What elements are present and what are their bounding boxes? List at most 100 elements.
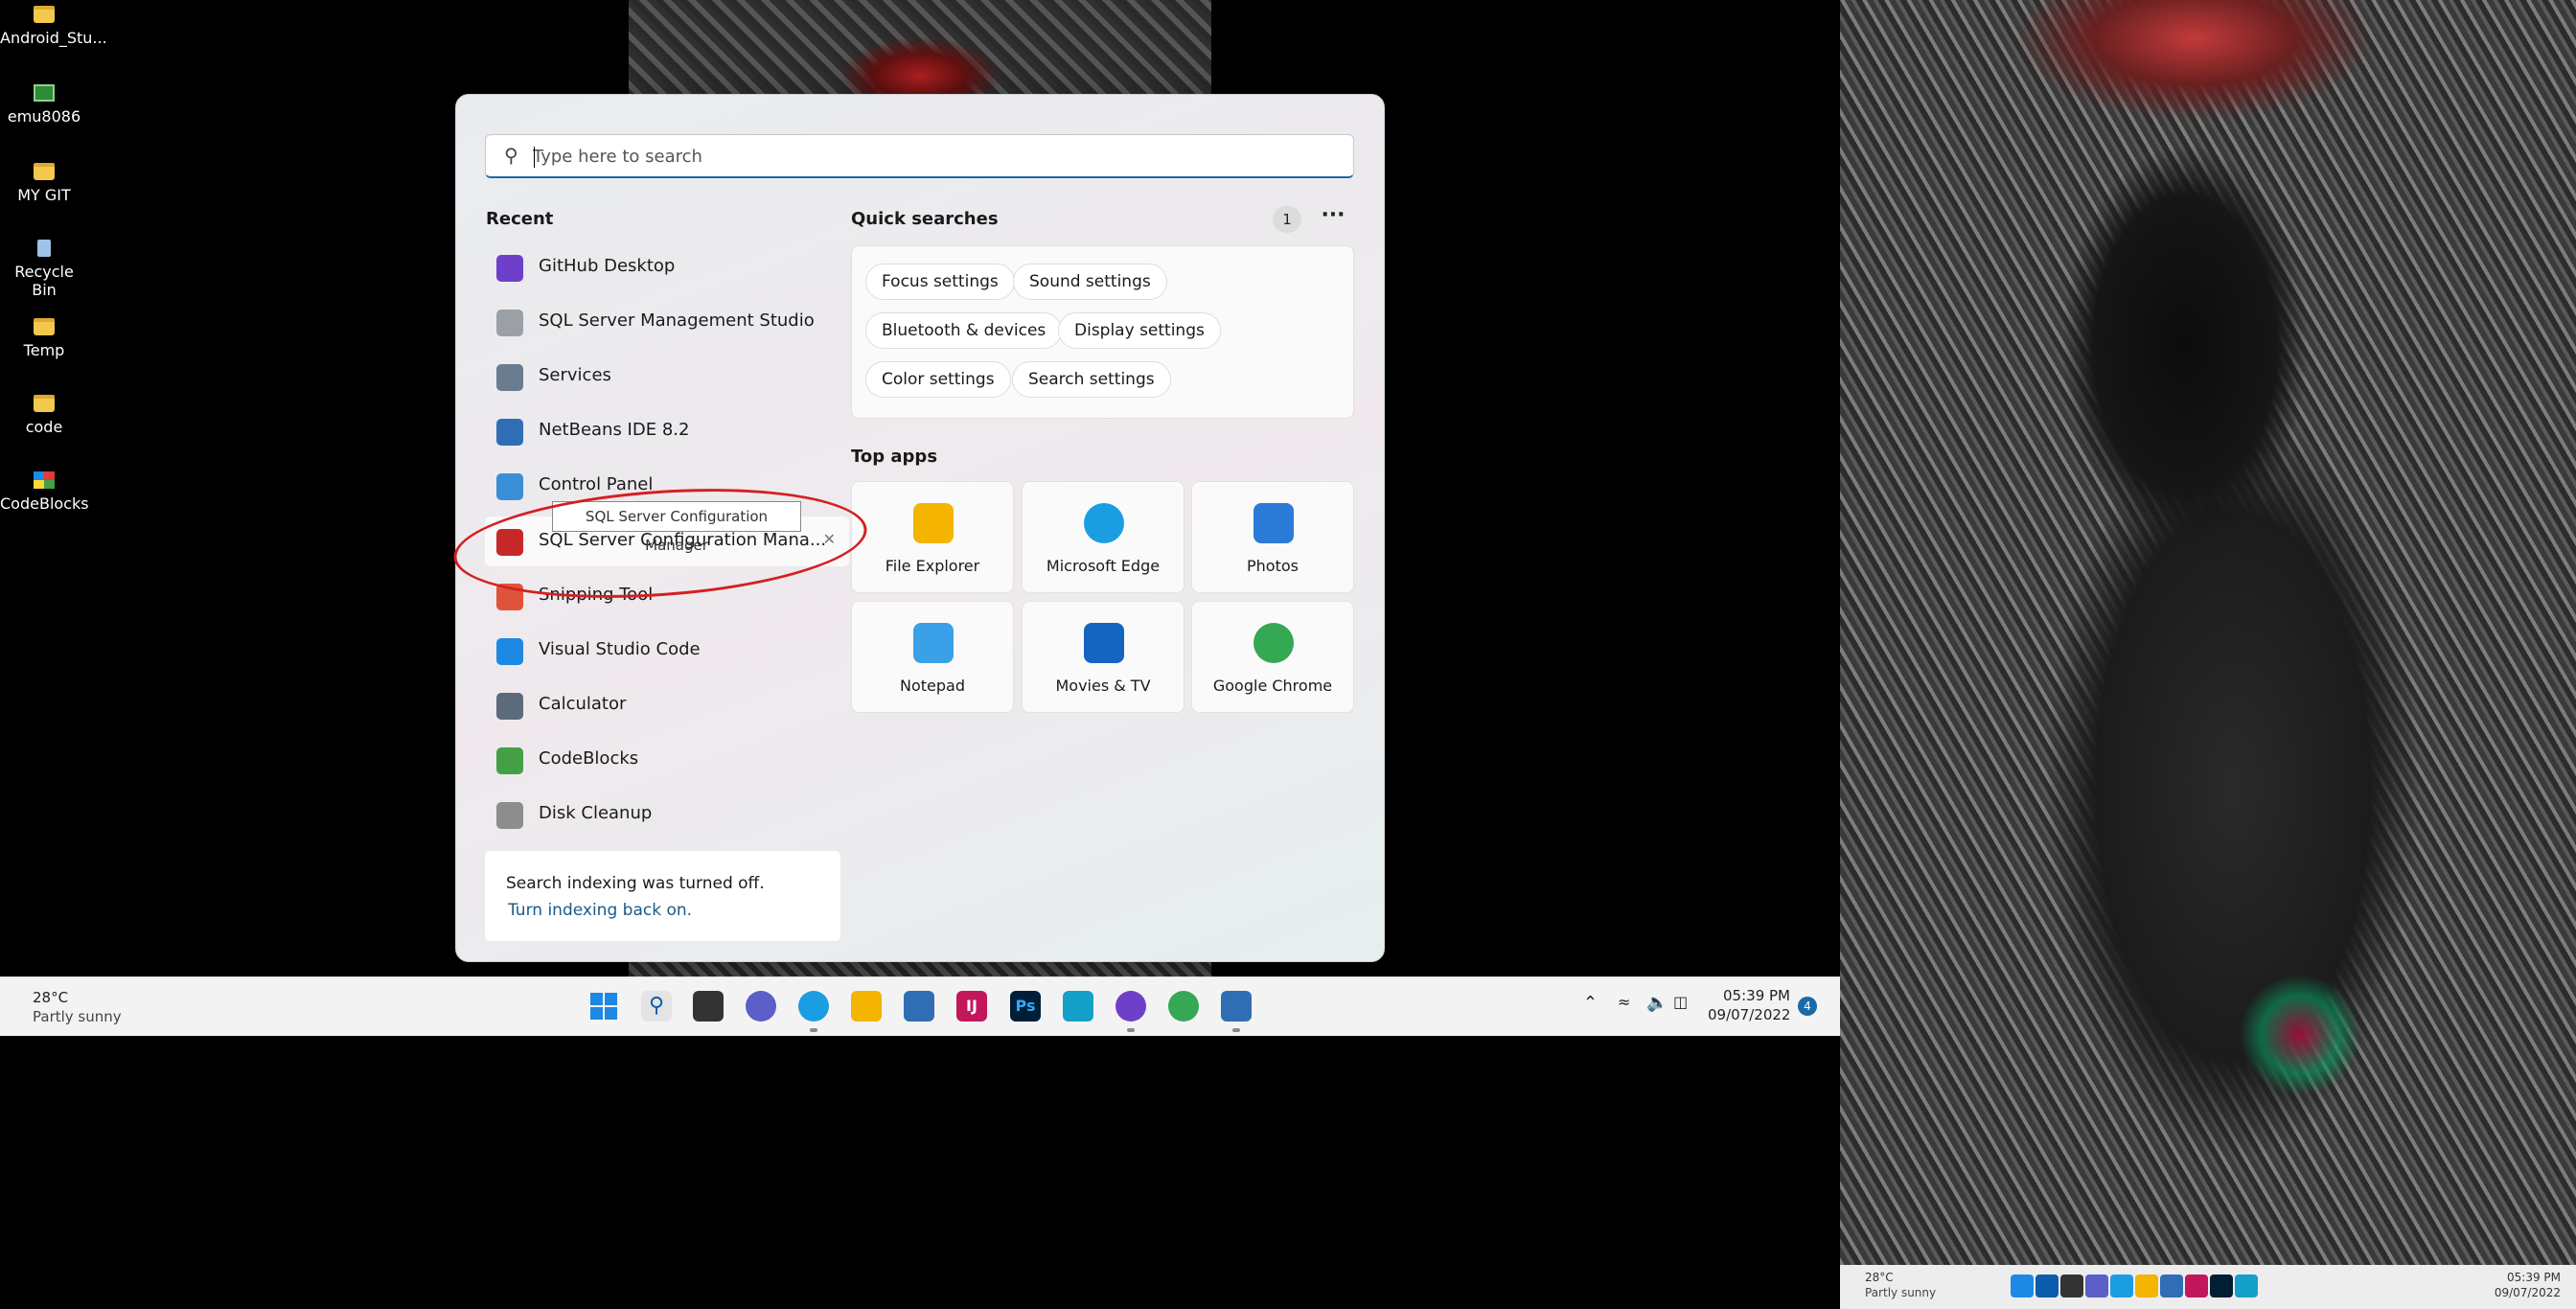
recent-item[interactable]: Disk Cleanup	[485, 790, 849, 839]
recent-item[interactable]: Services	[485, 352, 849, 402]
top-app-label: Photos	[1247, 557, 1299, 575]
chip-search-settings[interactable]: Search settings	[1012, 361, 1171, 398]
taskbar-intellij-button[interactable]: IJ	[956, 991, 987, 1022]
weather-condition[interactable]: Partly sunny	[33, 1008, 122, 1025]
chip-display-settings[interactable]: Display settings	[1058, 312, 1221, 349]
battery-icon[interactable]: ◫	[1673, 993, 1688, 1011]
file-explorer-icon	[2135, 1275, 2158, 1298]
desktop-icon-emu8086[interactable]: emu8086	[0, 84, 88, 126]
search-icon: ⚲	[504, 144, 518, 167]
chevron-up-icon[interactable]: ⌃	[1583, 993, 1598, 1013]
notepad-icon	[913, 623, 954, 663]
chip-focus-settings[interactable]: Focus settings	[865, 264, 1015, 300]
top-apps-heading: Top apps	[851, 447, 938, 467]
weather-temp[interactable]: 28°C	[33, 989, 68, 1006]
more-options-button[interactable]: ···	[1319, 201, 1347, 236]
running-indicator	[1127, 1028, 1135, 1032]
recent-item[interactable]: SQL Server Management Studio	[485, 297, 849, 347]
disk-icon	[496, 802, 523, 829]
recent-item-label: Services	[539, 365, 611, 385]
taskbar-chrome-button[interactable]	[1168, 991, 1199, 1022]
desktop-icon-code[interactable]: code	[0, 395, 88, 436]
taskbar-file-explorer-button[interactable]	[851, 991, 882, 1022]
notification-badge[interactable]: 4	[1798, 997, 1817, 1016]
chip-color-settings[interactable]: Color settings	[865, 361, 1011, 398]
taskbar-teams-chat-button[interactable]	[746, 991, 776, 1022]
top-app-label: File Explorer	[885, 557, 980, 575]
folder-icon	[34, 395, 55, 412]
clock-time[interactable]: 05:39 PM	[1715, 987, 1790, 1004]
recent-item-label: SQL Server Management Studio	[539, 310, 815, 331]
desktop-icon-my-git[interactable]: MY GIT	[0, 163, 88, 204]
top-app-tile[interactable]: File Explorer	[851, 481, 1014, 593]
top-app-label: Movies & TV	[1055, 677, 1151, 695]
intellij-icon	[2185, 1275, 2208, 1298]
taskbar-edge-button[interactable]	[798, 991, 829, 1022]
recent-item-label: CodeBlocks	[539, 748, 639, 769]
top-app-tile[interactable]: Google Chrome	[1191, 601, 1354, 713]
taskbar-search-button[interactable]: ⚲	[641, 991, 672, 1022]
recent-item[interactable]: Visual Studio Code	[485, 626, 849, 676]
control-panel-icon	[496, 473, 523, 500]
top-app-label: Microsoft Edge	[1046, 557, 1161, 575]
turn-indexing-on-link[interactable]: Turn indexing back on.	[508, 901, 692, 920]
folder-icon	[34, 318, 55, 335]
taskbar-store-button[interactable]	[904, 991, 934, 1022]
recent-item[interactable]: NetBeans IDE 8.2	[485, 406, 849, 456]
folder-icon	[34, 163, 55, 180]
indexing-notice: Search indexing was turned off. Turn ind…	[485, 851, 840, 941]
github-icon	[496, 255, 523, 282]
photoshop-icon	[2210, 1275, 2233, 1298]
desktop-icon-android-studio[interactable]: Android_Stu...	[0, 6, 107, 47]
top-app-tile[interactable]: Microsoft Edge	[1022, 481, 1184, 593]
snip-icon	[2235, 1275, 2258, 1298]
gear-icon	[496, 364, 523, 391]
recycle-bin-icon	[37, 240, 51, 257]
recent-item-label: Calculator	[539, 694, 627, 714]
second-monitor-wallpaper	[1840, 0, 2576, 1265]
wifi-icon[interactable]: ≈	[1618, 993, 1630, 1011]
recent-item-label: GitHub Desktop	[539, 256, 676, 276]
recent-item[interactable]: CodeBlocks	[485, 735, 849, 785]
edge-icon	[2110, 1275, 2133, 1298]
taskbar-snip-button[interactable]	[1063, 991, 1093, 1022]
task-view-icon	[2060, 1275, 2083, 1298]
top-app-tile[interactable]: Notepad	[851, 601, 1014, 713]
running-indicator	[810, 1028, 817, 1032]
search-input[interactable]	[533, 142, 1328, 171]
recent-item[interactable]: Calculator	[485, 680, 849, 730]
desktop-icon-codeblocks[interactable]: CodeBlocks	[0, 471, 89, 513]
clock-date[interactable]: 09/07/2022	[1708, 1006, 1790, 1023]
desktop-icon-recycle-bin[interactable]: Recycle Bin	[0, 240, 88, 299]
chip-bluetooth-devices[interactable]: Bluetooth & devices	[865, 312, 1063, 349]
store-icon	[2160, 1275, 2183, 1298]
teams-chat-icon	[2085, 1275, 2108, 1298]
top-app-label: Google Chrome	[1212, 677, 1333, 695]
taskbar-task-view-button[interactable]	[693, 991, 724, 1022]
quick-searches-badge: 1	[1273, 206, 1301, 233]
movies-icon	[1084, 623, 1124, 663]
clock-time-2: 05:39 PM	[2507, 1271, 2561, 1284]
folder-icon	[34, 6, 55, 23]
text-caret	[534, 147, 535, 168]
top-app-label: Notepad	[900, 677, 965, 695]
taskbar-github-button[interactable]	[1116, 991, 1146, 1022]
codeblocks-icon	[34, 471, 55, 489]
volume-icon[interactable]: 🔈	[1646, 993, 1668, 1013]
weather-temp-2: 28°C	[1865, 1271, 1894, 1284]
top-app-tile[interactable]: Photos	[1191, 481, 1354, 593]
desktop-icon-temp[interactable]: Temp	[0, 318, 88, 359]
taskbar-netbeans-button[interactable]	[1221, 991, 1252, 1022]
recent-item-label: Visual Studio Code	[539, 639, 701, 659]
start-icon	[2011, 1275, 2034, 1298]
ssms-icon	[496, 310, 523, 336]
search-icon: ⚲	[648, 994, 665, 1018]
taskbar-start-button[interactable]	[588, 991, 619, 1022]
chip-sound-settings[interactable]: Sound settings	[1013, 264, 1167, 300]
app-icon	[34, 84, 55, 102]
top-app-tile[interactable]: Movies & TV	[1022, 601, 1184, 713]
running-indicator	[1232, 1028, 1240, 1032]
recent-item[interactable]: GitHub Desktop	[485, 242, 849, 292]
taskbar-photoshop-button[interactable]: Ps	[1010, 991, 1041, 1022]
wallpaper	[629, 0, 1211, 96]
